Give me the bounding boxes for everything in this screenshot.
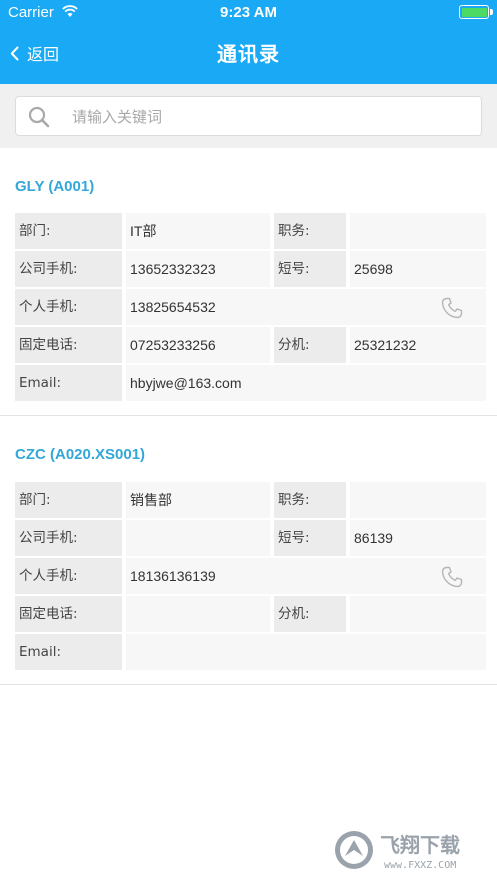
email-label: Email: bbox=[15, 634, 122, 670]
svg-text:www.FXXZ.COM: www.FXXZ.COM bbox=[384, 860, 456, 871]
landline-label: 固定电话: bbox=[15, 596, 122, 632]
extension-value bbox=[350, 596, 486, 632]
extension-label: 分机: bbox=[274, 327, 346, 363]
short-number-label: 短号: bbox=[274, 251, 346, 287]
top-bar: Carrier 9:23 AM 返回 通讯录 bbox=[0, 0, 497, 84]
short-number-value: 86139 bbox=[350, 520, 486, 556]
landline-value bbox=[126, 596, 270, 632]
status-bar: Carrier 9:23 AM bbox=[0, 0, 497, 26]
company-phone-label: 公司手机: bbox=[15, 251, 122, 287]
battery-icon bbox=[459, 5, 493, 19]
status-time: 9:23 AM bbox=[220, 4, 277, 21]
email-label: Email: bbox=[15, 365, 122, 401]
company-phone-value bbox=[126, 520, 270, 556]
landline-value: 07253233256 bbox=[126, 327, 270, 363]
extension-value: 25321232 bbox=[350, 327, 486, 363]
position-label: 职务: bbox=[274, 482, 346, 518]
search-box[interactable] bbox=[15, 96, 482, 136]
personal-phone-value: 13825654532 bbox=[126, 289, 486, 325]
company-phone-value: 13652332323 bbox=[126, 251, 270, 287]
navigation-bar: 返回 通讯录 bbox=[0, 26, 497, 84]
short-number-value: 25698 bbox=[350, 251, 486, 287]
position-value bbox=[350, 213, 486, 249]
phone-call-icon[interactable] bbox=[440, 565, 464, 589]
position-value bbox=[350, 482, 486, 518]
search-area bbox=[0, 84, 497, 148]
page-title: 通讯录 bbox=[217, 42, 280, 66]
dept-value: IT部 bbox=[126, 213, 270, 249]
contact-card: CZC (A020.XS001) 部门: 销售部 职务: 公司手机: 短号: 8… bbox=[0, 417, 497, 685]
watermark-logo: 飞翔下载 www.FXXZ.COM bbox=[332, 826, 486, 874]
svg-text:飞翔下载: 飞翔下载 bbox=[380, 833, 460, 857]
personal-phone-number: 13825654532 bbox=[130, 299, 216, 315]
email-value bbox=[126, 634, 486, 670]
personal-phone-label: 个人手机: bbox=[15, 289, 122, 325]
email-value: hbyjwe@163.com bbox=[126, 365, 486, 401]
short-number-label: 短号: bbox=[274, 520, 346, 556]
landline-label: 固定电话: bbox=[15, 327, 122, 363]
phone-call-icon[interactable] bbox=[440, 296, 464, 320]
personal-phone-number: 18136136139 bbox=[130, 568, 216, 584]
dept-label: 部门: bbox=[15, 213, 122, 249]
contact-title: CZC (A020.XS001) bbox=[15, 446, 146, 463]
dept-label: 部门: bbox=[15, 482, 122, 518]
company-phone-label: 公司手机: bbox=[15, 520, 122, 556]
search-icon bbox=[28, 106, 50, 128]
search-input[interactable] bbox=[72, 103, 472, 131]
personal-phone-label: 个人手机: bbox=[15, 558, 122, 594]
personal-phone-value: 18136136139 bbox=[126, 558, 486, 594]
position-label: 职务: bbox=[274, 213, 346, 249]
contact-card: GLY (A001) 部门: IT部 职务: 公司手机: 13652332323… bbox=[0, 148, 497, 416]
contact-title: GLY (A001) bbox=[15, 178, 95, 195]
dept-value: 销售部 bbox=[126, 482, 270, 518]
extension-label: 分机: bbox=[274, 596, 346, 632]
